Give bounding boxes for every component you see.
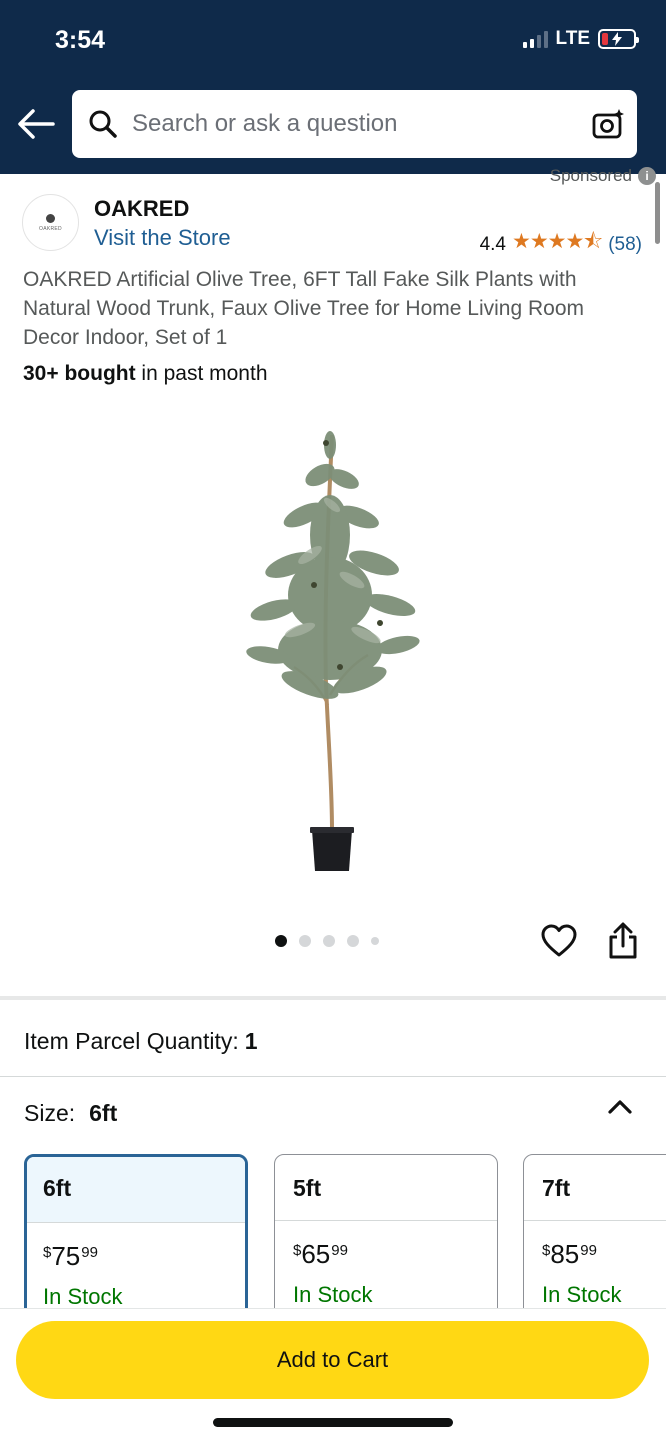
status-time: 3:54: [55, 26, 106, 54]
search-input[interactable]: [132, 110, 591, 138]
add-to-cart-button[interactable]: Add to Cart: [16, 1321, 649, 1399]
chevron-up-icon[interactable]: [606, 1095, 634, 1117]
rating-summary[interactable]: 4.4 ★★★★⯪ (58): [480, 227, 642, 262]
purchase-stat: 30+ bought in past month: [23, 362, 268, 385]
search-bar[interactable]: [72, 90, 637, 158]
carousel-dot[interactable]: [323, 935, 335, 947]
search-icon: [89, 110, 117, 138]
camera-search-icon[interactable]: [591, 107, 625, 141]
carousel-dot[interactable]: [299, 935, 311, 947]
option-price: $75 99: [43, 1241, 98, 1271]
scrollbar[interactable]: [655, 182, 660, 244]
sponsored-label[interactable]: Sponsored i: [550, 166, 656, 186]
stock-status: In Stock: [293, 1282, 373, 1307]
star-rating-icon: ★★★★⯪: [512, 230, 603, 253]
size-selector-label: Size: 6ft: [24, 1100, 118, 1126]
signal-icon: [522, 30, 548, 48]
heart-icon[interactable]: [541, 924, 577, 958]
info-icon[interactable]: i: [638, 167, 656, 185]
size-option-7ft[interactable]: 7ft $85 99 In Stock: [523, 1154, 666, 1314]
brand-logo[interactable]: OAKRED: [22, 194, 79, 251]
section-divider: [0, 996, 666, 1000]
size-option-5ft[interactable]: 5ft $65 99 In Stock: [274, 1154, 498, 1314]
product-title: OAKRED Artificial Olive Tree, 6FT Tall F…: [23, 268, 585, 349]
status-indicators: LTE: [522, 28, 639, 50]
carousel-dot[interactable]: [275, 935, 287, 947]
visit-store-link[interactable]: Visit the Store: [94, 225, 231, 251]
back-arrow-icon[interactable]: [16, 104, 56, 144]
stock-status: In Stock: [542, 1282, 622, 1307]
size-option-6ft[interactable]: 6ft $75 99 In Stock: [24, 1154, 248, 1314]
product-image[interactable]: [240, 405, 430, 875]
image-carousel-dots[interactable]: [275, 935, 379, 947]
brand-name: OAKRED: [94, 196, 190, 221]
size-options: 6ft $75 99 In Stock 5ft $65 99 In Stock 7f…: [24, 1154, 666, 1314]
bottom-action-bar: Add to Cart: [0, 1308, 666, 1440]
stock-status: In Stock: [43, 1284, 123, 1309]
share-icon[interactable]: [606, 922, 640, 960]
divider: [0, 1076, 666, 1077]
home-indicator[interactable]: [213, 1418, 453, 1427]
option-price: $65 99: [293, 1239, 348, 1269]
carousel-dot[interactable]: [371, 937, 379, 945]
carousel-dot[interactable]: [347, 935, 359, 947]
network-label: LTE: [555, 28, 590, 49]
battery-icon: [598, 29, 639, 49]
option-price: $85 99: [542, 1239, 597, 1269]
review-count[interactable]: (58): [608, 234, 642, 256]
rating-value: 4.4: [479, 233, 506, 255]
app-header: 3:54 LTE: [0, 0, 666, 174]
parcel-quantity: Item Parcel Quantity: 1: [24, 1028, 258, 1054]
